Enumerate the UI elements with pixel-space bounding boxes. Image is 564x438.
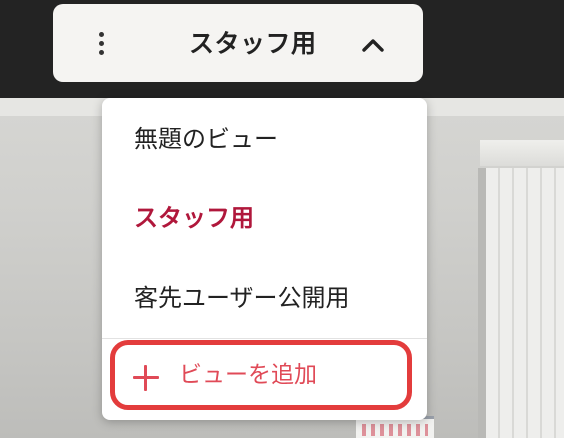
- menu-divider: [102, 338, 427, 339]
- photo-beam: [480, 140, 564, 166]
- chevron-up-icon[interactable]: [359, 31, 387, 59]
- plus-icon: [133, 365, 159, 391]
- photo-blind-edge: [478, 168, 486, 438]
- photo-window-blinds: [486, 168, 564, 438]
- kebab-dot: [99, 32, 104, 37]
- menu-item-client-view[interactable]: 客先ユーザー公開用: [102, 262, 427, 334]
- menu-item-untitled-view[interactable]: 無題のビュー: [102, 103, 427, 175]
- current-view-label[interactable]: スタッフ用: [189, 26, 317, 62]
- kebab-dot: [99, 41, 104, 46]
- kebab-dot: [99, 50, 104, 55]
- photo-calendar-marks: [362, 424, 428, 436]
- add-view-label: ビューを追加: [179, 362, 317, 388]
- more-vertical-icon[interactable]: [91, 28, 111, 58]
- menu-item-staff-view[interactable]: スタッフ用: [102, 182, 427, 254]
- view-selector[interactable]: スタッフ用: [53, 4, 423, 82]
- add-view-button[interactable]: ビューを追加: [110, 340, 412, 410]
- view-dropdown-menu: 無題のビュー スタッフ用 客先ユーザー公開用 ビューを追加: [102, 98, 427, 420]
